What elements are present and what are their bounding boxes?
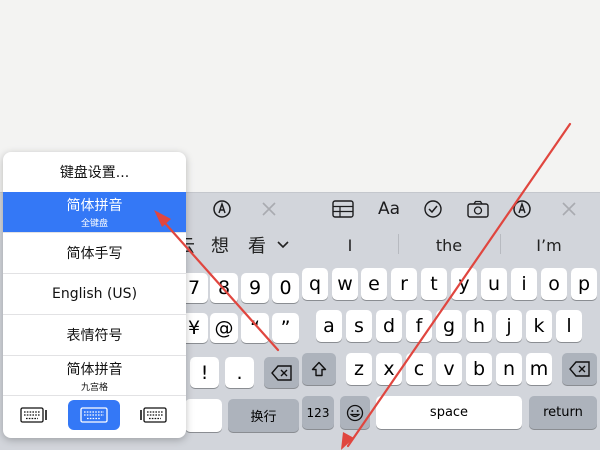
delete-key[interactable]	[264, 357, 299, 388]
menu-item-keyboard-settings[interactable]: 键盘设置...	[3, 152, 186, 192]
key-q[interactable]: q	[302, 268, 328, 300]
delete-icon	[568, 361, 590, 377]
suggestion-3[interactable]: I’m	[508, 230, 590, 260]
menu-item-label: 简体拼音	[66, 361, 123, 378]
key-j[interactable]: j	[496, 310, 522, 342]
return-key[interactable]: return	[529, 396, 597, 429]
key-at[interactable]: @	[210, 313, 238, 343]
key-r[interactable]: r	[391, 268, 417, 300]
menu-item-sublabel: 全键盘	[80, 219, 108, 229]
key-0[interactable]: 0	[272, 273, 299, 303]
key-v[interactable]: v	[436, 353, 462, 385]
key-h[interactable]: h	[466, 310, 492, 342]
suggestion-1[interactable]: I	[310, 230, 390, 260]
key-period[interactable]: .	[225, 357, 254, 388]
key-i[interactable]: i	[511, 268, 537, 300]
key-close-quote[interactable]: ”	[272, 313, 299, 343]
emoji-key[interactable]	[340, 396, 370, 429]
key-exclamation[interactable]: !	[190, 357, 219, 388]
key-u[interactable]: u	[481, 268, 507, 300]
key-e[interactable]: e	[361, 268, 387, 300]
left-space-key[interactable]	[185, 399, 222, 432]
keyboard-left-icon	[20, 407, 47, 423]
key-m[interactable]: m	[526, 353, 552, 385]
key-b[interactable]: b	[466, 353, 492, 385]
key-p[interactable]: p	[571, 268, 597, 300]
delete-icon	[270, 364, 292, 381]
shift-arrow-icon	[311, 361, 327, 377]
space-key[interactable]: space	[376, 396, 522, 429]
input-method-menu: 键盘设置... 简体拼音 全键盘 简体手写 English (US) 表情符号 …	[3, 152, 186, 438]
close-icon[interactable]	[556, 197, 582, 221]
key-a[interactable]: a	[316, 310, 342, 342]
menu-item-label: 简体拼音	[66, 198, 123, 214]
menu-item-label: 键盘设置...	[59, 165, 130, 181]
key-k[interactable]: k	[526, 310, 552, 342]
key-t[interactable]: t	[421, 268, 447, 300]
checkmark-icon[interactable]	[420, 197, 446, 221]
menu-item-pinyin-qwerty[interactable]: 简体拼音 全键盘	[3, 192, 186, 232]
menu-item-pinyin-9key[interactable]: 简体拼音 九宫格	[3, 355, 186, 395]
menu-item-label: 表情符号	[66, 328, 123, 344]
key-o[interactable]: o	[541, 268, 567, 300]
key-c[interactable]: c	[406, 353, 432, 385]
key-w[interactable]: w	[332, 268, 358, 300]
menu-item-label: English (US)	[51, 286, 138, 302]
emoji-icon	[346, 404, 364, 421]
line-break-key[interactable]: 换行	[228, 399, 299, 432]
keyboard-right-icon	[140, 407, 167, 423]
menu-item-label: 简体手写	[66, 246, 123, 262]
key-g[interactable]: g	[436, 310, 462, 342]
menu-item-sublabel: 九宫格	[80, 382, 108, 393]
delete-key[interactable]	[562, 353, 597, 385]
key-y[interactable]: y	[451, 268, 477, 300]
key-open-quote[interactable]: “	[241, 313, 269, 343]
suggestion-2[interactable]: the	[405, 230, 493, 260]
shift-key[interactable]	[302, 353, 336, 385]
menu-item-handwriting[interactable]: 简体手写	[3, 232, 186, 273]
keyboard-dock-right-option[interactable]	[135, 400, 169, 430]
key-l[interactable]: l	[556, 310, 582, 342]
expand-candidates-icon[interactable]	[272, 230, 294, 260]
suggestion-divider	[500, 234, 501, 254]
candidate-2[interactable]: 想	[208, 230, 232, 260]
close-icon[interactable]	[256, 197, 282, 221]
key-f[interactable]: f	[406, 310, 432, 342]
keyboard-full-icon	[80, 407, 108, 423]
candidate-3[interactable]: 看	[244, 230, 270, 260]
key-d[interactable]: d	[376, 310, 402, 342]
keyboard-dock-left-option[interactable]	[18, 400, 52, 430]
key-8[interactable]: 8	[210, 273, 238, 303]
menu-divider	[3, 395, 186, 396]
markup-pen-icon[interactable]	[509, 197, 535, 221]
numbers-key[interactable]: 123	[302, 396, 334, 429]
suggestion-divider	[398, 234, 399, 254]
key-x[interactable]: x	[376, 353, 402, 385]
keyboard-full-option[interactable]	[68, 400, 120, 430]
key-z[interactable]: z	[346, 353, 372, 385]
camera-icon[interactable]	[465, 197, 491, 221]
menu-item-emoji[interactable]: 表情符号	[3, 314, 186, 355]
menu-item-english-us[interactable]: English (US)	[3, 273, 186, 314]
key-s[interactable]: s	[346, 310, 372, 342]
key-n[interactable]: n	[496, 353, 522, 385]
markup-pen-icon[interactable]	[209, 197, 235, 221]
right-keyboard-toolbar: Aa	[300, 192, 600, 224]
table-icon[interactable]	[330, 197, 356, 221]
text-format-icon[interactable]: Aa	[376, 197, 402, 221]
key-9[interactable]: 9	[241, 273, 269, 303]
